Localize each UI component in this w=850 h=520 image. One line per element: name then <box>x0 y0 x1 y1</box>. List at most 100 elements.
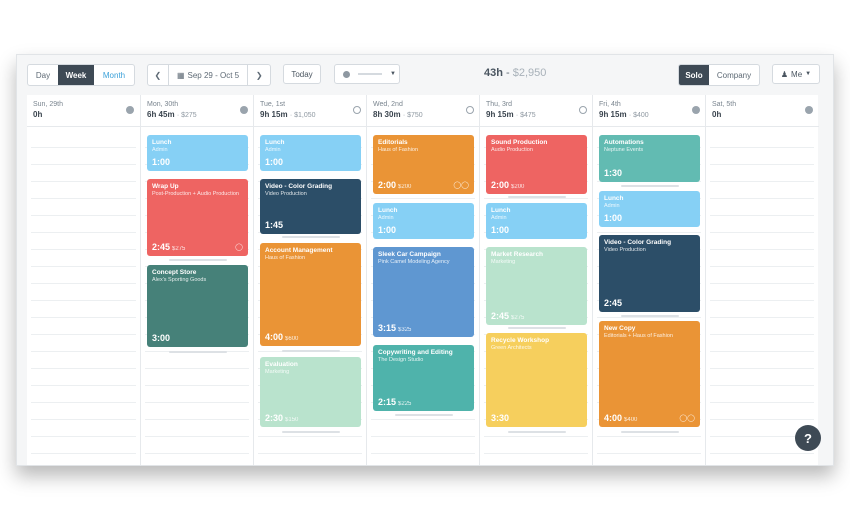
scope-switcher: Solo Company <box>678 64 760 86</box>
day-name: Tue, 1st <box>260 101 286 108</box>
event-duration: 3:00 <box>152 333 171 343</box>
day-total: 9h 15m · $475 <box>486 110 536 119</box>
filter-dropdown[interactable]: ▼ <box>334 64 400 84</box>
date-navigator: ❮ ▦ Sep 29 - Oct 5 ❯ <box>147 64 271 86</box>
sync-icon <box>579 106 587 114</box>
view-week-button[interactable]: Week <box>58 65 94 85</box>
prev-week-button[interactable]: ❮ <box>148 65 169 85</box>
drag-handle[interactable] <box>621 431 679 433</box>
drag-handle[interactable] <box>621 185 679 187</box>
event-card[interactable]: Market Research Marketing 2:45 $275 <box>486 247 587 325</box>
day-amount: · $475 <box>515 112 536 119</box>
user-menu[interactable]: ♟ Me ▼ <box>772 64 820 84</box>
drag-handle[interactable] <box>282 350 340 352</box>
day-header: Fri, 4th 9h 15m · $400 <box>593 95 706 127</box>
day-header: Thu, 3rd 9h 15m · $475 <box>480 95 593 127</box>
drag-handle[interactable] <box>169 351 227 353</box>
event-duration: 2:45 $275 <box>152 242 186 252</box>
drag-handle[interactable] <box>621 315 679 317</box>
user-icon: ♟ <box>780 69 789 79</box>
globe-icon <box>126 106 134 114</box>
event-card[interactable]: Sleek Car Campaign Pink Camel Modeling Ag… <box>373 247 474 337</box>
day-column-tue[interactable]: Tue, 1st 9h 15m · $1,050 Lunch Admin 1:00… <box>253 95 367 465</box>
day-header: Sun, 29th 0h <box>27 95 140 127</box>
calendar-window: Day Week Month ❮ ▦ Sep 29 - Oct 5 ❯ Today… <box>16 54 834 466</box>
day-header: Sat, 5th 0h <box>706 95 819 127</box>
help-button[interactable]: ? <box>795 425 821 451</box>
globe-icon <box>343 70 350 78</box>
day-name: Wed, 2nd <box>373 101 403 108</box>
day-column-mon[interactable]: Mon, 30th 6h 45m · $275 Lunch Admin 1:00 … <box>140 95 254 465</box>
filter-placeholder-line <box>358 73 382 75</box>
tag-icon: ◯ <box>235 244 243 251</box>
day-column-sun[interactable]: Sun, 29th 0h <box>27 95 140 465</box>
drag-handle[interactable] <box>169 259 227 261</box>
today-button[interactable]: Today <box>283 64 321 84</box>
day-header: Mon, 30th 6h 45m · $275 <box>141 95 254 127</box>
view-day-button[interactable]: Day <box>28 65 58 85</box>
event-card[interactable]: Concept Store Alex's Sporting Goods 3:00 <box>147 265 248 347</box>
day-name: Sat, 5th <box>712 101 737 108</box>
day-name: Mon, 30th <box>147 101 179 108</box>
drag-handle[interactable] <box>282 236 340 238</box>
event-card[interactable]: Video - Color Grading Video Production 1:… <box>260 179 361 234</box>
event-card[interactable]: Automations Neptune Events 1:30 <box>599 135 700 182</box>
globe-icon <box>240 106 248 114</box>
event-card[interactable]: Recycle Workshop Green Architects 3:30 <box>486 333 587 427</box>
day-header: Tue, 1st 9h 15m · $1,050 <box>254 95 367 127</box>
week-total-amount: $2,950 <box>512 67 547 79</box>
event-card[interactable]: Video - Color Grading Video Production 2:… <box>599 235 700 312</box>
chevron-left-icon: ❮ <box>154 70 162 80</box>
week-total: 43h - $2,950 <box>484 67 614 79</box>
event-card[interactable]: Account Management Haus of Fashion 4:00 $6… <box>260 243 361 346</box>
day-total: 0h <box>712 110 722 119</box>
date-range-picker[interactable]: ▦ Sep 29 - Oct 5 <box>169 65 248 85</box>
day-column-thu[interactable]: Thu, 3rd 9h 15m · $475 Sound Production A… <box>479 95 593 465</box>
week-total-separator: - <box>506 67 510 79</box>
time-slots[interactable] <box>31 131 136 465</box>
tag-icon: ◯◯ <box>453 182 469 189</box>
drag-handle[interactable] <box>395 414 453 416</box>
day-column-sat[interactable]: Sat, 5th 0h <box>705 95 819 465</box>
event-card[interactable]: Copywriting and Editing The Design Studio… <box>373 345 474 411</box>
time-slots[interactable] <box>710 131 814 465</box>
event-card[interactable]: Lunch Admin 1:00 <box>260 135 361 171</box>
view-month-button[interactable]: Month <box>94 65 134 85</box>
day-total: 8h 30m · $750 <box>373 110 423 119</box>
drag-handle[interactable] <box>282 431 340 433</box>
toolbar: Day Week Month ❮ ▦ Sep 29 - Oct 5 ❯ Today… <box>17 55 833 95</box>
chevron-right-icon: ❯ <box>255 70 263 80</box>
event-card[interactable]: Lunch Admin 1:00 <box>373 203 474 239</box>
event-card[interactable]: Sound Production Audio Production 2:00 $20… <box>486 135 587 194</box>
day-amount: · $275 <box>176 112 197 119</box>
event-card[interactable]: Wrap Up Post-Production + Audio Productio… <box>147 179 248 256</box>
event-card[interactable]: Lunch Admin 1:00 <box>599 191 700 227</box>
event-card[interactable]: Evaluation Marketing 2:30 $150 <box>260 357 361 427</box>
solo-button[interactable]: Solo <box>679 65 709 85</box>
day-name: Sun, 29th <box>33 101 63 108</box>
drag-handle[interactable] <box>508 196 566 198</box>
day-total: 0h <box>33 110 43 119</box>
chevron-down-icon: ▼ <box>805 71 812 77</box>
view-switcher: Day Week Month <box>27 64 135 86</box>
day-name: Fri, 4th <box>599 101 621 108</box>
day-header: Wed, 2nd 8h 30m · $750 <box>367 95 480 127</box>
drag-handle[interactable] <box>508 327 566 329</box>
event-card[interactable]: Lunch Admin 1:00 <box>486 203 587 239</box>
day-total: 9h 15m · $1,050 <box>260 110 316 119</box>
company-button[interactable]: Company <box>709 65 759 85</box>
day-column-fri[interactable]: Fri, 4th 9h 15m · $400 Automations Neptun… <box>592 95 706 465</box>
day-total: 9h 15m · $400 <box>599 110 649 119</box>
event-card[interactable]: Lunch Admin 1:00 <box>147 135 248 171</box>
globe-icon <box>692 106 700 114</box>
event-card[interactable]: Editorials Haus of Fashion 2:00 $200 ◯◯ <box>373 135 474 194</box>
next-week-button[interactable]: ❯ <box>247 65 270 85</box>
drag-handle[interactable] <box>508 431 566 433</box>
event-card[interactable]: New Copy Editorials + Haus of Fashion 4:0… <box>599 321 700 427</box>
date-range-label: Sep 29 - Oct 5 <box>187 70 240 80</box>
day-amount: · $400 <box>628 112 649 119</box>
sync-icon <box>466 106 474 114</box>
day-column-wed[interactable]: Wed, 2nd 8h 30m · $750 Editorials Haus of… <box>366 95 480 465</box>
tag-icon: ◯◯ <box>679 415 695 422</box>
day-amount: · $750 <box>402 112 423 119</box>
